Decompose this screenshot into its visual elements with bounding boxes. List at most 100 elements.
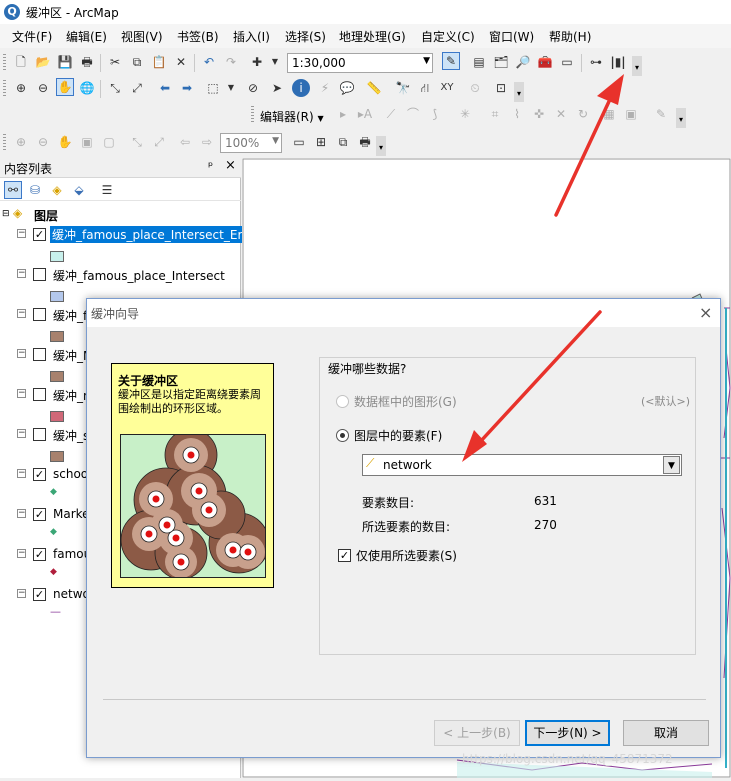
layer-symbol-swatch[interactable]: [50, 251, 64, 262]
toc-layer-row[interactable]: − 缓冲_famous_place_Intersect: [0, 265, 241, 285]
layer-symbol-swatch[interactable]: [50, 451, 64, 462]
layer-symbol-swatch[interactable]: [50, 291, 64, 302]
split-icon[interactable]: ✕: [552, 105, 570, 123]
undo-icon[interactable]: ↶: [200, 53, 218, 71]
point-symbol-icon[interactable]: ◆: [50, 527, 57, 537]
find-route-icon[interactable]: ⛙: [416, 79, 434, 97]
toolbar-overflow-chevron-icon[interactable]: ▾: [632, 56, 642, 76]
change-layout-icon[interactable]: ⧉: [334, 133, 352, 151]
menu-geoprocessing[interactable]: 地理处理(G): [339, 28, 406, 45]
collapse-icon[interactable]: −: [17, 469, 26, 478]
paste-icon[interactable]: 📋: [150, 53, 168, 71]
layer-name[interactable]: netwo: [53, 587, 90, 601]
layout-zoom-combo[interactable]: 100% ▼: [220, 133, 282, 153]
toolbar-overflow-chevron-icon[interactable]: ▾: [676, 108, 686, 128]
collapse-icon[interactable]: −: [17, 309, 26, 318]
attributes-icon[interactable]: ▦: [600, 105, 618, 123]
focus-data-frame-icon[interactable]: ⊞: [312, 133, 330, 151]
layout-back-icon[interactable]: ⇦: [176, 133, 194, 151]
layer-visibility-checkbox[interactable]: [33, 268, 46, 281]
layer-symbol-swatch[interactable]: [50, 371, 64, 382]
clear-selection-icon[interactable]: ⊘: [244, 79, 262, 97]
pin-icon[interactable]: ᵖ: [208, 159, 213, 173]
create-viewer-window-icon[interactable]: ⊡: [492, 79, 510, 97]
collapse-icon[interactable]: −: [17, 229, 26, 238]
collapse-icon[interactable]: −: [17, 509, 26, 518]
layer-symbol-swatch[interactable]: [50, 411, 64, 422]
create-features-icon[interactable]: ✎: [652, 105, 670, 123]
save-icon[interactable]: 💾: [56, 53, 74, 71]
layer-name[interactable]: Marke: [53, 507, 90, 521]
menu-view[interactable]: 视图(V): [121, 28, 163, 45]
copy-icon[interactable]: ⧉: [128, 53, 146, 71]
point-symbol-icon[interactable]: ◆: [50, 487, 57, 497]
layer-name[interactable]: 缓冲_f: [53, 307, 87, 324]
layout-zoom-out-icon[interactable]: ⊖: [34, 133, 52, 151]
collapse-icon[interactable]: −: [17, 349, 26, 358]
use-selected-checkbox[interactable]: ✓: [338, 549, 351, 562]
layer-visibility-checkbox[interactable]: [33, 308, 46, 321]
buffer-tool-icon[interactable]: |▮|: [609, 53, 627, 71]
use-selected-label[interactable]: 仅使用所选要素(S): [356, 547, 457, 564]
back-button[interactable]: < 上一步(B): [434, 720, 520, 746]
cancel-button[interactable]: 取消: [623, 720, 709, 746]
menu-file[interactable]: 文件(F): [12, 28, 52, 45]
point-symbol-icon[interactable]: ◆: [50, 567, 57, 577]
pan-icon[interactable]: ✋: [56, 78, 74, 96]
layer-name[interactable]: schoo: [53, 467, 88, 481]
menu-help[interactable]: 帮助(H): [549, 28, 591, 45]
toggle-draft-mode-icon[interactable]: ▭: [290, 133, 308, 151]
menu-bookmarks[interactable]: 书签(B): [177, 28, 219, 45]
layout-fixed-zoom-out-icon[interactable]: ⤢: [150, 133, 168, 151]
identify-icon[interactable]: i: [292, 79, 310, 97]
print-icon[interactable]: 🖶: [78, 53, 96, 71]
zoom-whole-page-icon[interactable]: ▣: [78, 133, 96, 151]
end-point-arc-icon[interactable]: ⌒: [404, 105, 422, 123]
next-extent-icon[interactable]: ➡: [178, 79, 196, 97]
graphics-radio[interactable]: [336, 395, 349, 408]
straight-segment-icon[interactable]: ⟋: [382, 105, 400, 123]
edit-tool-icon[interactable]: ▸: [334, 105, 352, 123]
select-features-icon[interactable]: ⬚: [204, 79, 222, 97]
layer-visibility-checkbox[interactable]: ✓: [33, 468, 46, 481]
layer-visibility-checkbox[interactable]: [33, 388, 46, 401]
menu-windows[interactable]: 窗口(W): [489, 28, 534, 45]
layer-visibility-checkbox[interactable]: ✓: [33, 548, 46, 561]
list-by-drawing-order-icon[interactable]: ⚯: [4, 181, 22, 199]
close-icon[interactable]: ×: [699, 303, 712, 322]
layout-fixed-zoom-in-icon[interactable]: ⤡: [128, 133, 146, 151]
new-document-icon[interactable]: 🗋: [12, 53, 30, 71]
layer-visibility-checkbox[interactable]: [33, 428, 46, 441]
table-of-contents-icon[interactable]: ▤: [470, 53, 488, 71]
layer-visibility-checkbox[interactable]: ✓: [33, 588, 46, 601]
delete-icon[interactable]: ✕: [172, 53, 190, 71]
graphics-radio-label[interactable]: 数据框中的图形(G): [354, 393, 457, 410]
edit-annotation-icon[interactable]: ▸A: [356, 105, 374, 123]
menu-customize[interactable]: 自定义(C): [421, 28, 475, 45]
trace-icon[interactable]: ⟆: [426, 105, 444, 123]
open-folder-icon[interactable]: 📂: [34, 53, 52, 71]
zoom-in-icon[interactable]: ⊕: [12, 79, 30, 97]
menu-edit[interactable]: 编辑(E): [66, 28, 107, 45]
collapse-icon[interactable]: ⊟: [2, 209, 10, 219]
catalog-icon[interactable]: 🗂: [492, 53, 510, 71]
layer-name[interactable]: 缓冲_s: [53, 427, 89, 444]
reshape-icon[interactable]: ⌇: [508, 105, 526, 123]
hyperlink-icon[interactable]: ⚡: [316, 79, 334, 97]
zoom-out-icon[interactable]: ⊖: [34, 79, 52, 97]
collapse-icon[interactable]: −: [17, 269, 26, 278]
line-symbol-icon[interactable]: —: [50, 605, 61, 618]
list-by-visibility-icon[interactable]: ◈: [48, 181, 66, 199]
toc-options-icon[interactable]: ☰: [98, 181, 116, 199]
collapse-icon[interactable]: −: [17, 429, 26, 438]
go-to-xy-icon[interactable]: XY: [438, 79, 456, 97]
list-by-source-icon[interactable]: ⛁: [26, 181, 44, 199]
next-button[interactable]: 下一步(N) >: [525, 720, 610, 746]
close-icon[interactable]: ×: [225, 158, 236, 173]
zoom-100-icon[interactable]: ▢: [100, 133, 118, 151]
point-icon[interactable]: ✳: [456, 105, 474, 123]
select-elements-icon[interactable]: ➤: [268, 79, 286, 97]
layout-pan-icon[interactable]: ✋: [56, 133, 74, 151]
layer-visibility-checkbox[interactable]: ✓: [33, 508, 46, 521]
toc-layer-row[interactable]: − ✓ 缓冲_famous_place_Intersect_Er: [0, 225, 245, 245]
